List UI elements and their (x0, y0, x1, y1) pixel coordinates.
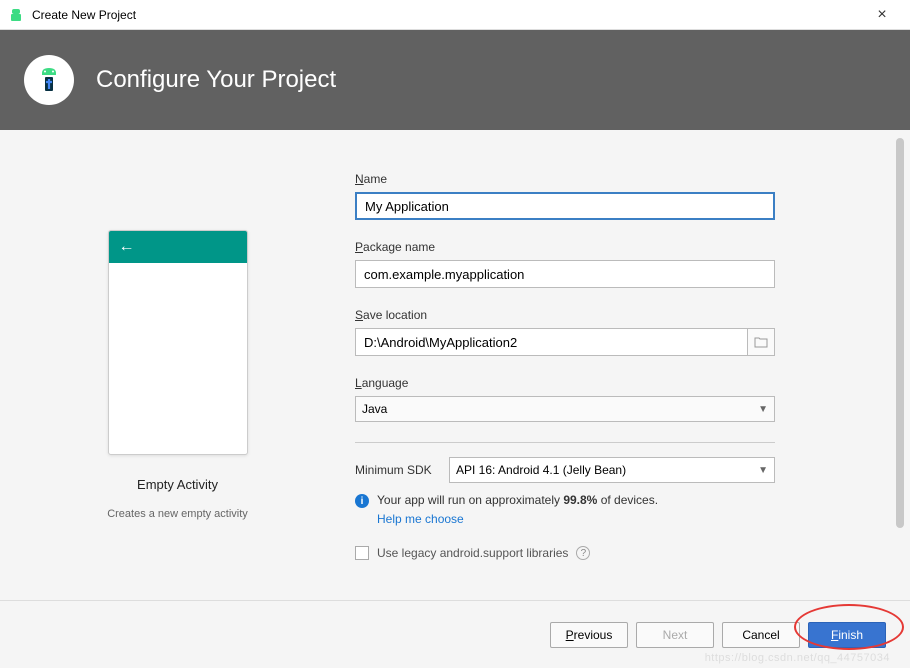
help-icon[interactable]: ? (576, 546, 590, 560)
preview-title: Empty Activity (137, 477, 218, 492)
chevron-down-icon: ▼ (758, 404, 768, 415)
legacy-checkbox[interactable] (355, 546, 369, 560)
next-button: Next (636, 622, 714, 648)
browse-folder-button[interactable] (747, 328, 775, 356)
name-input[interactable] (355, 192, 775, 220)
device-coverage-info: i Your app will run on approximately 99.… (355, 493, 880, 508)
content-area: ← Empty Activity Creates a new empty act… (0, 130, 910, 600)
previous-button[interactable]: Previous (550, 622, 628, 648)
language-value: Java (362, 402, 387, 416)
info-icon: i (355, 494, 369, 508)
watermark: https://blog.csdn.net/qq_44757034 (705, 652, 890, 664)
content-fade (355, 582, 880, 600)
preview-panel: ← Empty Activity Creates a new empty act… (0, 130, 355, 600)
activity-preview: ← (108, 230, 248, 455)
sdk-value: API 16: Android 4.1 (Jelly Bean) (456, 463, 626, 477)
help-choose-link[interactable]: Help me choose (377, 512, 880, 526)
package-input[interactable] (355, 260, 775, 288)
language-label: Language (355, 376, 880, 390)
folder-icon (754, 336, 768, 348)
location-input[interactable] (355, 328, 747, 356)
close-icon[interactable]: × (862, 6, 902, 24)
android-studio-badge-icon (24, 55, 74, 105)
form-panel: Name Package name Save location Language… (355, 130, 910, 600)
language-select[interactable]: Java ▼ (355, 396, 775, 422)
legacy-libraries-row: Use legacy android.support libraries ? (355, 546, 880, 560)
page-title: Configure Your Project (96, 66, 336, 94)
header: Configure Your Project (0, 30, 910, 130)
name-label: Name (355, 172, 880, 186)
info-text: Your app will run on approximately 99.8%… (377, 493, 658, 507)
scrollbar[interactable] (896, 138, 904, 538)
cancel-button[interactable]: Cancel (722, 622, 800, 648)
android-studio-icon (8, 7, 24, 23)
chevron-down-icon: ▼ (758, 465, 768, 476)
preview-appbar: ← (109, 231, 247, 263)
back-arrow-icon: ← (119, 238, 135, 256)
package-label: Package name (355, 240, 880, 254)
preview-subtitle: Creates a new empty activity (107, 508, 248, 520)
finish-button[interactable]: Finish (808, 622, 886, 648)
location-label: Save location (355, 308, 880, 322)
sdk-select[interactable]: API 16: Android 4.1 (Jelly Bean) ▼ (449, 457, 775, 483)
sdk-label: Minimum SDK (355, 463, 449, 477)
titlebar: Create New Project × (0, 0, 910, 30)
legacy-label: Use legacy android.support libraries (377, 546, 568, 560)
divider (355, 442, 775, 443)
window-title: Create New Project (32, 8, 862, 22)
scroll-thumb[interactable] (896, 138, 904, 528)
